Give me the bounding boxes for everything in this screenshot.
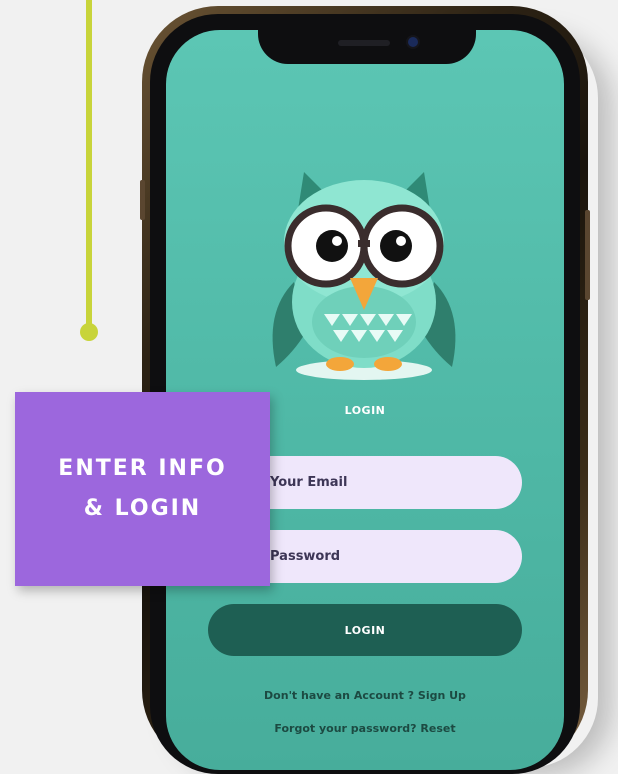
- callout-connector-line: [86, 0, 92, 328]
- camera-icon: [408, 37, 418, 47]
- callout-card: ENTER INFO & LOGIN: [15, 392, 270, 586]
- login-button[interactable]: LOGIN: [208, 604, 522, 656]
- callout-title-line-1: ENTER INFO: [58, 456, 227, 481]
- phone-side-button: [585, 210, 590, 300]
- phone-speaker: [338, 40, 390, 46]
- phone-volume-button: [140, 180, 145, 220]
- signup-link[interactable]: Don't have an Account ? Sign Up: [212, 689, 518, 702]
- forgot-password-link[interactable]: Forgot your password? Reset: [212, 722, 518, 735]
- callout-connector-dot: [80, 323, 98, 341]
- owl-mascot-icon: [272, 172, 456, 380]
- callout-title-line-2: & LOGIN: [83, 496, 202, 521]
- login-heading: LOGIN: [344, 404, 386, 417]
- phone-notch: [258, 14, 476, 64]
